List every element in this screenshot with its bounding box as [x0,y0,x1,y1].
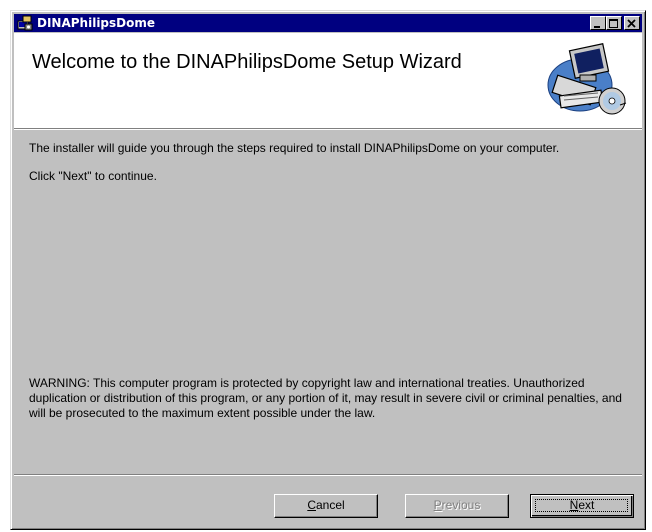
instruction-text: Click "Next" to continue. [29,169,157,183]
previous-label: revious [441,498,481,512]
maximize-icon [609,19,618,28]
intro-text: The installer will guide you through the… [29,141,560,155]
minimize-icon [594,26,600,28]
window-title: DINAPhilipsDome [37,16,156,30]
focus-rectangle [535,499,628,512]
wizard-title: Welcome to the DINAPhilipsDome Setup Wiz… [32,51,462,73]
cancel-label: ancel [315,498,345,512]
close-button[interactable] [624,16,640,30]
button-separator [14,474,642,476]
maximize-button[interactable] [606,16,622,30]
previous-accelerator: P [433,498,442,512]
wizard-body: The installer will guide you through the… [29,141,629,184]
computer-with-cd-icon [542,41,628,119]
close-icon [627,19,636,28]
minimize-button[interactable] [590,16,606,30]
setup-wizard-window: DINAPhilipsDome Welcome to the DINAPhili… [10,10,646,530]
previous-button[interactable]: Previous [405,494,509,518]
next-button[interactable]: Next [530,494,634,518]
copyright-warning: WARNING: This computer program is protec… [29,376,622,420]
header-divider [14,129,642,130]
cancel-button[interactable]: Cancel [274,494,378,518]
installer-icon [17,15,33,31]
cancel-accelerator: C [307,498,316,512]
title-bar[interactable]: DINAPhilipsDome [14,14,642,32]
wizard-header: Welcome to the DINAPhilipsDome Setup Wiz… [14,33,642,129]
